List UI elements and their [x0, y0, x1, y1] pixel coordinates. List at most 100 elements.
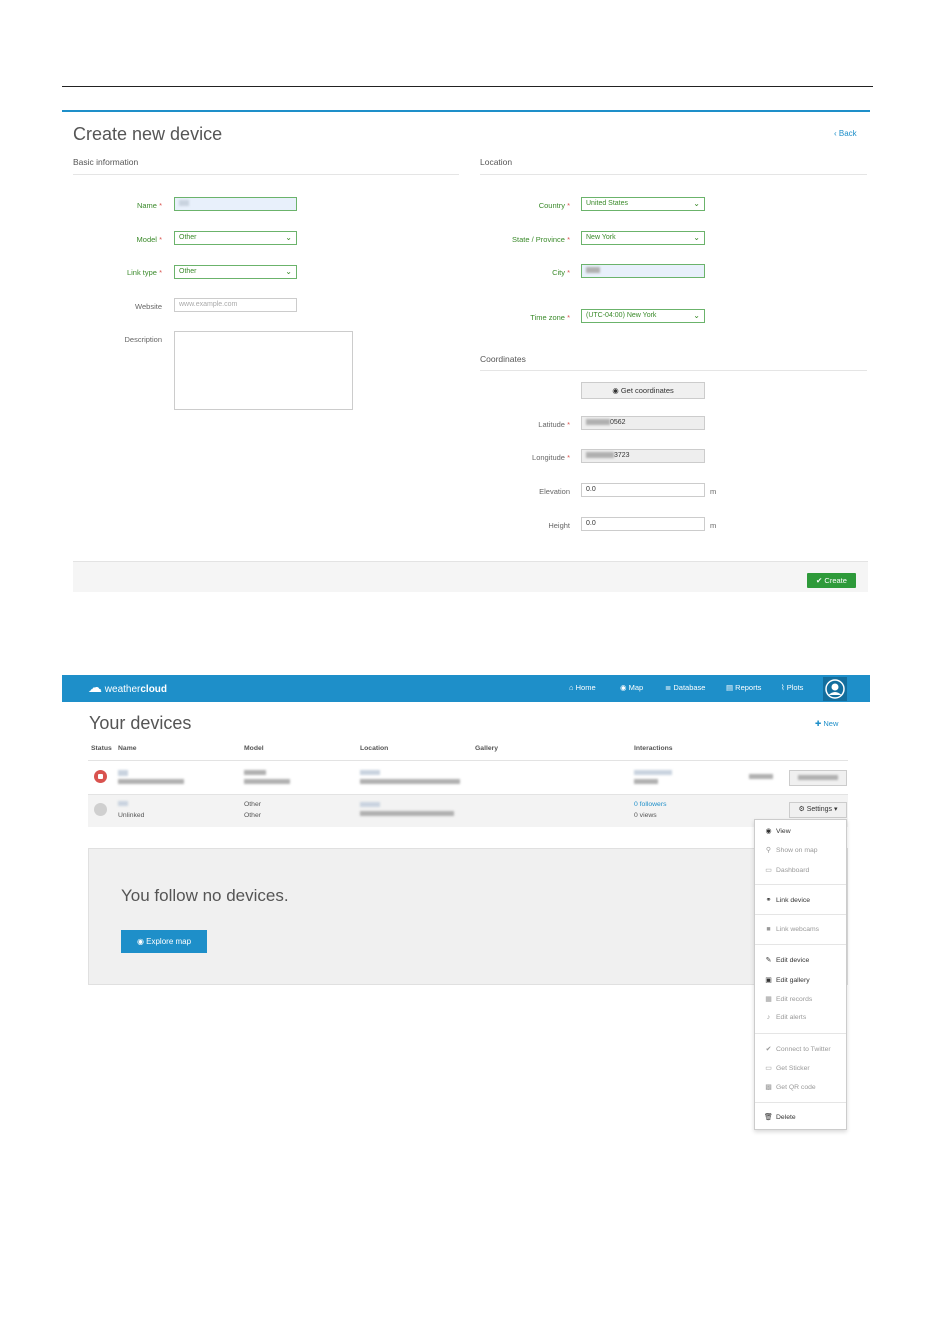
basic-info-heading: Basic information	[73, 157, 139, 167]
trash-icon: 🗑	[764, 1114, 773, 1121]
user-avatar[interactable]	[823, 677, 847, 701]
redacted-value	[118, 800, 128, 806]
map-marker-icon: ⚲	[765, 847, 772, 854]
divider	[88, 760, 848, 761]
model-label: Model *	[136, 235, 162, 244]
menu-get-qr-code[interactable]: ▩ Get QR code	[764, 1083, 815, 1091]
height-input[interactable]: 0.0	[581, 517, 705, 531]
state-select[interactable]: New York ⌄	[581, 231, 705, 245]
menu-show-on-map[interactable]: ⚲ Show on map	[764, 846, 818, 854]
redacted-value	[586, 452, 614, 459]
card-icon: ▭	[765, 1065, 772, 1072]
chevron-down-icon: ⌄	[693, 233, 700, 242]
elevation-unit: m	[710, 487, 717, 496]
followers-link[interactable]: 0 followers	[634, 801, 667, 808]
longitude-input[interactable]: 3723	[581, 449, 705, 463]
globe-icon: ◉	[612, 386, 621, 395]
redacted-value	[244, 770, 266, 776]
col-name: Name	[118, 745, 137, 752]
device-name[interactable]	[118, 800, 128, 807]
elevation-label: Elevation	[539, 487, 570, 496]
menu-delete[interactable]: 🗑 Delete	[764, 1113, 796, 1121]
redacted-location	[360, 768, 460, 786]
name-input[interactable]	[174, 197, 297, 211]
chevron-down-icon: ⌄	[693, 199, 700, 208]
chevron-down-icon: ⌄	[693, 311, 700, 320]
redacted-model	[244, 768, 290, 786]
divider	[755, 1033, 846, 1034]
wrench-icon: ✎	[765, 957, 772, 964]
country-select[interactable]: United States ⌄	[581, 197, 705, 211]
col-location: Location	[360, 745, 389, 752]
divider	[755, 914, 846, 915]
menu-edit-gallery[interactable]: ▣ Edit gallery	[764, 976, 809, 984]
col-status: Status	[91, 745, 112, 752]
eye-icon: ◉	[765, 828, 772, 835]
divider	[755, 884, 846, 885]
menu-edit-device[interactable]: ✎ Edit device	[764, 956, 810, 964]
nav-database[interactable]: ≣ Database	[665, 683, 705, 692]
link-icon: ⚭	[765, 897, 772, 904]
redacted-value	[360, 811, 454, 817]
nav-reports[interactable]: ▤ Reports	[726, 683, 761, 692]
globe-icon: ◉	[136, 937, 147, 946]
website-input[interactable]: www.example.com	[174, 298, 297, 312]
elevation-input[interactable]: 0.0	[581, 483, 705, 497]
redacted-value	[634, 779, 658, 785]
redacted-value	[360, 779, 460, 785]
redacted-value	[634, 770, 672, 776]
weathercloud-logo[interactable]: ☁ weathercloud	[88, 679, 167, 696]
latitude-label: Latitude *	[538, 420, 570, 429]
menu-view[interactable]: ◉ View	[764, 827, 790, 835]
description-textarea[interactable]	[174, 331, 353, 410]
gear-icon: ⚙	[798, 806, 807, 813]
redacted-value	[749, 774, 773, 780]
device-status-text: Unlinked	[118, 812, 145, 819]
get-coordinates-button[interactable]: ◉ Get coordinates	[581, 382, 705, 399]
menu-link-webcams[interactable]: ■ Link webcams	[764, 926, 819, 933]
menu-get-sticker[interactable]: ▭ Get Sticker	[764, 1064, 809, 1072]
explore-map-button[interactable]: ◉ Explore map	[121, 930, 207, 953]
redacted-value	[360, 802, 380, 808]
city-input[interactable]	[581, 264, 705, 278]
devices-title: Your devices	[89, 713, 192, 733]
settings-button[interactable]: ⚙ Settings ▾	[789, 802, 847, 818]
new-device-link[interactable]: ✚ New	[815, 719, 838, 728]
height-unit: m	[710, 521, 717, 530]
coordinates-heading: Coordinates	[480, 354, 526, 364]
video-camera-icon: ■	[766, 926, 771, 933]
latitude-input[interactable]: 0562	[581, 416, 705, 430]
model-select[interactable]: Other ⌄	[174, 231, 297, 245]
menu-edit-alerts[interactable]: ♪ Edit alerts	[764, 1014, 806, 1021]
no-follows-message: You follow no devices.	[121, 886, 289, 905]
bell-icon: ♪	[766, 1014, 771, 1021]
col-gallery: Gallery	[475, 745, 499, 752]
timezone-select[interactable]: (UTC-04:00) New York ⌄	[581, 309, 705, 323]
nav-plots[interactable]: ⌇ Plots	[781, 683, 803, 692]
chevron-down-icon: ⌄	[285, 267, 292, 276]
col-model: Model	[244, 745, 264, 752]
cloud-icon: ☁	[88, 679, 102, 695]
redacted-location	[360, 800, 454, 818]
table-row[interactable]	[118, 768, 184, 786]
back-link[interactable]: ‹ Back	[834, 129, 857, 138]
page-top-rule	[62, 86, 873, 87]
create-button[interactable]: ✔ Create	[807, 573, 856, 588]
nav-home[interactable]: ⌂ Home	[569, 683, 596, 692]
longitude-label: Longitude *	[532, 453, 570, 462]
description-label: Description	[124, 335, 162, 344]
menu-edit-records[interactable]: ▦ Edit records	[764, 995, 812, 1003]
divider	[480, 370, 867, 371]
menu-dashboard[interactable]: ▭ Dashboard	[764, 866, 809, 874]
divider	[755, 1102, 846, 1103]
nav-map[interactable]: ◉ Map	[620, 683, 643, 692]
device-model: Other	[244, 801, 261, 808]
device-submodel: Other	[244, 812, 261, 819]
menu-link-device[interactable]: ⚭ Link device	[764, 896, 810, 904]
link-type-select[interactable]: Other ⌄	[174, 265, 297, 279]
redacted-value	[360, 770, 380, 776]
table-icon: ▦	[765, 996, 772, 1003]
menu-connect-twitter[interactable]: ✔ Connect to Twitter	[764, 1045, 831, 1053]
views-count: 0 views	[634, 812, 657, 819]
settings-button-row1[interactable]	[789, 770, 847, 786]
